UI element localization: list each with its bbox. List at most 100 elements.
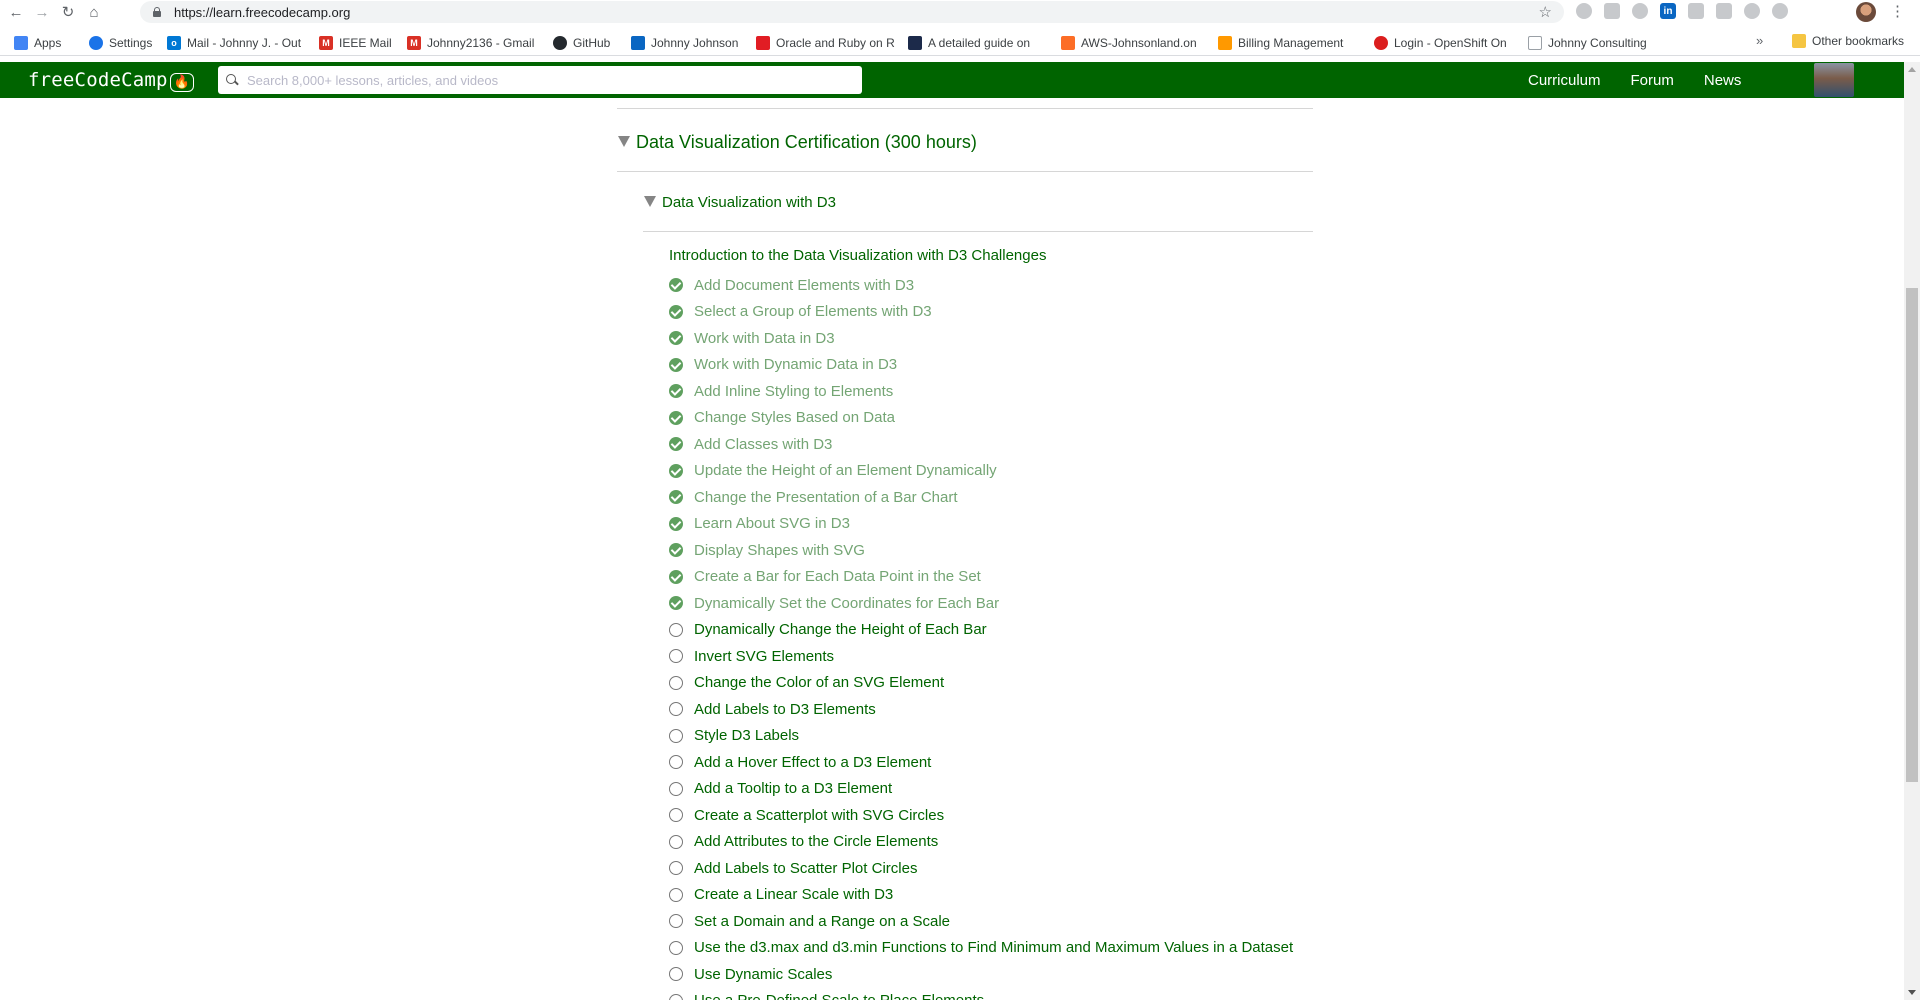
challenge-title[interactable]: Create a Linear Scale with D3: [694, 886, 893, 903]
challenge-title[interactable]: Style D3 Labels: [694, 727, 799, 744]
challenge-item[interactable]: Create a Bar for Each Data Point in the …: [669, 564, 1369, 591]
challenge-item[interactable]: Add Labels to D3 Elements: [669, 696, 1369, 723]
challenge-title[interactable]: Change Styles Based on Data: [694, 409, 895, 426]
challenge-title[interactable]: Learn About SVG in D3: [694, 515, 850, 532]
bookmark-outlook-mail[interactable]: o Mail - Johnny J. - Out: [161, 32, 313, 54]
scroll-up-icon[interactable]: [1908, 67, 1916, 72]
cert-title[interactable]: Data Visualization Certification (300 ho…: [636, 132, 977, 153]
challenge-title[interactable]: Use the d3.max and d3.min Functions to F…: [694, 939, 1293, 956]
challenge-title[interactable]: Add Inline Styling to Elements: [694, 383, 893, 400]
settings-extension-icon[interactable]: [1772, 3, 1788, 19]
nav-link-news[interactable]: News: [1704, 72, 1742, 89]
challenge-title[interactable]: Update the Height of an Element Dynamica…: [694, 462, 997, 479]
challenge-title[interactable]: Invert SVG Elements: [694, 648, 834, 665]
challenge-item[interactable]: Add a Hover Effect to a D3 Element: [669, 749, 1369, 776]
back-icon[interactable]: ←: [6, 2, 26, 22]
challenge-title[interactable]: Dynamically Set the Coordinates for Each…: [694, 595, 999, 612]
challenge-title[interactable]: Dynamically Change the Height of Each Ba…: [694, 621, 987, 638]
more-bookmarks-icon[interactable]: »: [1756, 33, 1763, 48]
browser-profile-avatar[interactable]: [1856, 2, 1876, 22]
challenge-item[interactable]: Select a Group of Elements with D3: [669, 299, 1369, 326]
block-title[interactable]: Data Visualization with D3: [662, 194, 836, 211]
linkedin-extension-icon[interactable]: in: [1660, 3, 1676, 19]
ghostery-extension-icon[interactable]: [1744, 3, 1760, 19]
challenge-item[interactable]: Set a Domain and a Range on a Scale: [669, 908, 1369, 935]
scroll-down-icon[interactable]: [1908, 990, 1916, 995]
bookmark-github[interactable]: GitHub: [547, 32, 625, 54]
challenge-item[interactable]: Add Classes with D3: [669, 431, 1369, 458]
bookmark-johnny-consulting[interactable]: Johnny Consulting: [1522, 32, 1662, 54]
address-url[interactable]: https://learn.freecodecamp.org: [174, 5, 350, 20]
challenge-item[interactable]: Create a Linear Scale with D3: [669, 882, 1369, 909]
challenge-item[interactable]: Change the Color of an SVG Element: [669, 670, 1369, 697]
challenge-item[interactable]: Change the Presentation of a Bar Chart: [669, 484, 1369, 511]
challenge-title[interactable]: Add Attributes to the Circle Elements: [694, 833, 938, 850]
challenge-item[interactable]: Add Attributes to the Circle Elements: [669, 829, 1369, 856]
bookmark-aws-johnsonland[interactable]: AWS-Johnsonland.on: [1055, 32, 1212, 54]
challenge-title[interactable]: Add Labels to Scatter Plot Circles: [694, 860, 917, 877]
challenge-item[interactable]: Use the d3.max and d3.min Functions to F…: [669, 935, 1369, 962]
scrollbar-thumb[interactable]: [1906, 288, 1918, 782]
challenge-item[interactable]: Dynamically Change the Height of Each Ba…: [669, 617, 1369, 644]
challenge-item[interactable]: Work with Data in D3: [669, 325, 1369, 352]
google-extension-icon[interactable]: [1604, 3, 1620, 19]
drive-extension-icon[interactable]: [1576, 3, 1592, 19]
chat-extension-icon[interactable]: [1688, 3, 1704, 19]
challenge-title[interactable]: Create a Scatterplot with SVG Circles: [694, 807, 944, 824]
cert-caret-down-icon[interactable]: [618, 136, 630, 147]
bookmark-other[interactable]: Other bookmarks: [1786, 30, 1916, 52]
challenge-item[interactable]: Use Dynamic Scales: [669, 961, 1369, 988]
page-scrollbar[interactable]: [1904, 62, 1920, 1000]
nav-link-forum[interactable]: Forum: [1631, 72, 1674, 89]
challenge-title[interactable]: Add a Hover Effect to a D3 Element: [694, 754, 931, 771]
challenge-title[interactable]: Add a Tooltip to a D3 Element: [694, 780, 892, 797]
fcc-logo[interactable]: freeCodeCamp 🔥: [28, 69, 195, 92]
challenge-item[interactable]: Update the Height of an Element Dynamica…: [669, 458, 1369, 485]
challenge-title[interactable]: Work with Data in D3: [694, 330, 835, 347]
challenge-item[interactable]: Add Inline Styling to Elements: [669, 378, 1369, 405]
bookmark-settings[interactable]: Settings: [83, 32, 161, 54]
bookmark-detailed-guide[interactable]: A detailed guide on: [902, 32, 1055, 54]
challenge-title[interactable]: Select a Group of Elements with D3: [694, 303, 932, 320]
challenge-item[interactable]: Learn About SVG in D3: [669, 511, 1369, 538]
challenge-title[interactable]: Add Labels to D3 Elements: [694, 701, 876, 718]
bookmark-star-icon[interactable]: ☆: [1539, 3, 1552, 21]
challenge-title[interactable]: Use a Pre-Defined Scale to Place Element…: [694, 992, 984, 1000]
bookmark-johnny-johnson[interactable]: Johnny Johnson: [625, 32, 750, 54]
challenge-title[interactable]: Work with Dynamic Data in D3: [694, 356, 897, 373]
challenge-title[interactable]: Add Document Elements with D3: [694, 277, 914, 294]
record-extension-icon[interactable]: [1632, 3, 1648, 19]
challenge-title[interactable]: Change the Presentation of a Bar Chart: [694, 489, 958, 506]
challenge-item[interactable]: Work with Dynamic Data in D3: [669, 352, 1369, 379]
address-bar[interactable]: https://learn.freecodecamp.org ☆: [140, 1, 1564, 23]
challenge-item[interactable]: Add Document Elements with D3: [669, 272, 1369, 299]
bookmark-billing-management[interactable]: Billing Management: [1212, 32, 1368, 54]
user-avatar[interactable]: [1814, 63, 1854, 97]
bookmark-openshift-login[interactable]: Login - OpenShift On: [1368, 32, 1522, 54]
bookmark-gmail[interactable]: M Johnny2136 - Gmail: [401, 32, 547, 54]
challenge-item[interactable]: Add Labels to Scatter Plot Circles: [669, 855, 1369, 882]
search-box[interactable]: [218, 66, 862, 94]
challenge-title[interactable]: Use Dynamic Scales: [694, 966, 832, 983]
challenge-title[interactable]: Create a Bar for Each Data Point in the …: [694, 568, 981, 585]
challenge-title[interactable]: Change the Color of an SVG Element: [694, 674, 944, 691]
bookmark-ieee-mail[interactable]: M IEEE Mail: [313, 32, 401, 54]
home-icon[interactable]: ⌂: [84, 2, 104, 22]
challenge-title[interactable]: Add Classes with D3: [694, 436, 832, 453]
challenge-item[interactable]: Create a Scatterplot with SVG Circles: [669, 802, 1369, 829]
intro-link[interactable]: Introduction to the Data Visualization w…: [669, 247, 1046, 264]
search-input[interactable]: [247, 72, 847, 88]
forward-icon[interactable]: →: [32, 2, 52, 22]
challenge-item[interactable]: Use a Pre-Defined Scale to Place Element…: [669, 988, 1369, 1000]
challenge-item[interactable]: Display Shapes with SVG: [669, 537, 1369, 564]
challenge-item[interactable]: Invert SVG Elements: [669, 643, 1369, 670]
challenge-item[interactable]: Change Styles Based on Data: [669, 405, 1369, 432]
challenge-title[interactable]: Set a Domain and a Range on a Scale: [694, 913, 950, 930]
bookmark-apps[interactable]: Apps: [8, 32, 83, 54]
reload-icon[interactable]: ↻: [58, 2, 78, 22]
challenge-item[interactable]: Style D3 Labels: [669, 723, 1369, 750]
vue-extension-icon[interactable]: [1716, 3, 1732, 19]
browser-menu-icon[interactable]: ⋮: [1890, 2, 1905, 20]
challenge-title[interactable]: Display Shapes with SVG: [694, 542, 865, 559]
challenge-item[interactable]: Add a Tooltip to a D3 Element: [669, 776, 1369, 803]
